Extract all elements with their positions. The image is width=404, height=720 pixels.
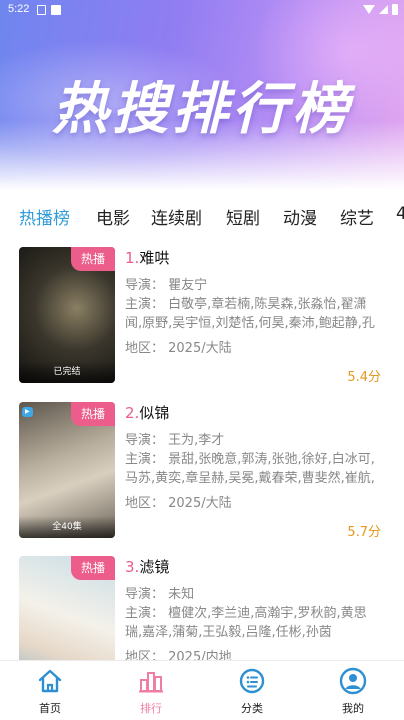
tab-hot[interactable]: 热播榜 xyxy=(19,204,70,229)
score-text: 5.4分 xyxy=(347,370,381,385)
notification-icon xyxy=(51,5,61,15)
tab-more[interactable]: 4 xyxy=(396,204,404,224)
ranking-icon xyxy=(139,672,163,693)
hot-badge: 热播 xyxy=(71,247,115,271)
poster-caption: 已完结 xyxy=(19,361,115,383)
director-text: 导演： 瞿友宁 xyxy=(125,278,208,293)
list-item[interactable]: ▶ 热播 全40集 2.似锦 导演： 王为,李才 主演： 景甜,张晚意,郭涛,张… xyxy=(19,402,389,542)
cast-text: 主演： 檀健次,李兰迪,高瀚宇,罗秋韵,黄思瑞,嘉泽,蒲菊,王弘毅,吕隆,任彬,… xyxy=(125,606,367,640)
battery-icon xyxy=(392,4,398,15)
cast-text: 主演： 白敬亭,章若楠,陈昊森,张淼怡,翟潇闻,原野,吴宇恒,刘楚恬,何昊,秦沛… xyxy=(125,297,375,331)
poster-image[interactable]: 热播 已完结 xyxy=(19,247,115,383)
nav-home-label: 首页 xyxy=(39,702,61,715)
title-text: 滤镜 xyxy=(139,558,170,576)
rank-number: 1. xyxy=(125,249,140,267)
item-title: 3.滤镜 xyxy=(125,556,169,577)
rank-number: 3. xyxy=(125,558,140,576)
nav-profile-label: 我的 xyxy=(342,702,364,715)
hot-badge: 热播 xyxy=(71,402,115,426)
nav-profile[interactable]: 我的 xyxy=(323,667,383,716)
nav-ranking-label: 排行 xyxy=(140,702,162,715)
tab-anime[interactable]: 动漫 xyxy=(283,204,317,229)
home-icon xyxy=(38,669,62,693)
status-bar: 5:22 xyxy=(0,0,404,22)
list-item[interactable]: 热播 已完结 1.难哄 导演： 瞿友宁 主演： 白敬亭,章若楠,陈昊森,张淼怡,… xyxy=(19,247,389,387)
region-text: 地区： 2025/大陆 xyxy=(125,341,232,356)
region-text: 地区： 2025/大陆 xyxy=(125,496,232,511)
cast-text: 主演： 景甜,张晚意,郭涛,张弛,徐好,白冰可,马苏,黄奕,章呈赫,吴冕,戴春荣… xyxy=(125,452,375,486)
title-text: 难哄 xyxy=(139,249,170,267)
director-text: 导演： 王为,李才 xyxy=(125,433,225,448)
signal-icon xyxy=(379,5,388,14)
category-tabs: 热播榜 电影 连续剧 短剧 动漫 综艺 4 xyxy=(0,198,404,238)
bottom-nav: 首页 排行 分类 我的 xyxy=(0,660,404,720)
score-text: 5.7分 xyxy=(347,525,381,540)
title-text: 似锦 xyxy=(139,404,170,422)
category-icon xyxy=(239,668,265,694)
tab-variety[interactable]: 综艺 xyxy=(340,204,374,229)
notification-icon xyxy=(37,5,46,15)
nav-ranking[interactable]: 排行 xyxy=(121,667,181,716)
director-text: 导演： 未知 xyxy=(125,587,195,602)
nav-category[interactable]: 分类 xyxy=(222,667,282,716)
tab-short-drama[interactable]: 短剧 xyxy=(226,204,260,229)
tab-movie[interactable]: 电影 xyxy=(96,204,130,229)
page-title: 热搜排行榜 xyxy=(52,77,352,142)
item-title: 2.似锦 xyxy=(125,402,169,423)
status-time: 5:22 xyxy=(8,3,30,15)
tab-series[interactable]: 连续剧 xyxy=(151,204,202,229)
hot-badge: 热播 xyxy=(71,556,115,580)
platform-logo-icon: ▶ xyxy=(22,407,33,417)
poster-image[interactable]: ▶ 热播 全40集 xyxy=(19,402,115,538)
poster-caption: 全40集 xyxy=(19,516,115,538)
rank-number: 2. xyxy=(125,404,140,422)
profile-icon xyxy=(339,667,367,695)
wifi-icon xyxy=(363,5,375,14)
item-title: 1.难哄 xyxy=(125,247,169,268)
item-info: 1.难哄 导演： 瞿友宁 主演： 白敬亭,章若楠,陈昊森,张淼怡,翟潇闻,原野,… xyxy=(125,247,387,387)
nav-home[interactable]: 首页 xyxy=(20,667,80,716)
item-info: 2.似锦 导演： 王为,李才 主演： 景甜,张晚意,郭涛,张弛,徐好,白冰可,马… xyxy=(125,402,387,542)
nav-category-label: 分类 xyxy=(241,702,263,715)
